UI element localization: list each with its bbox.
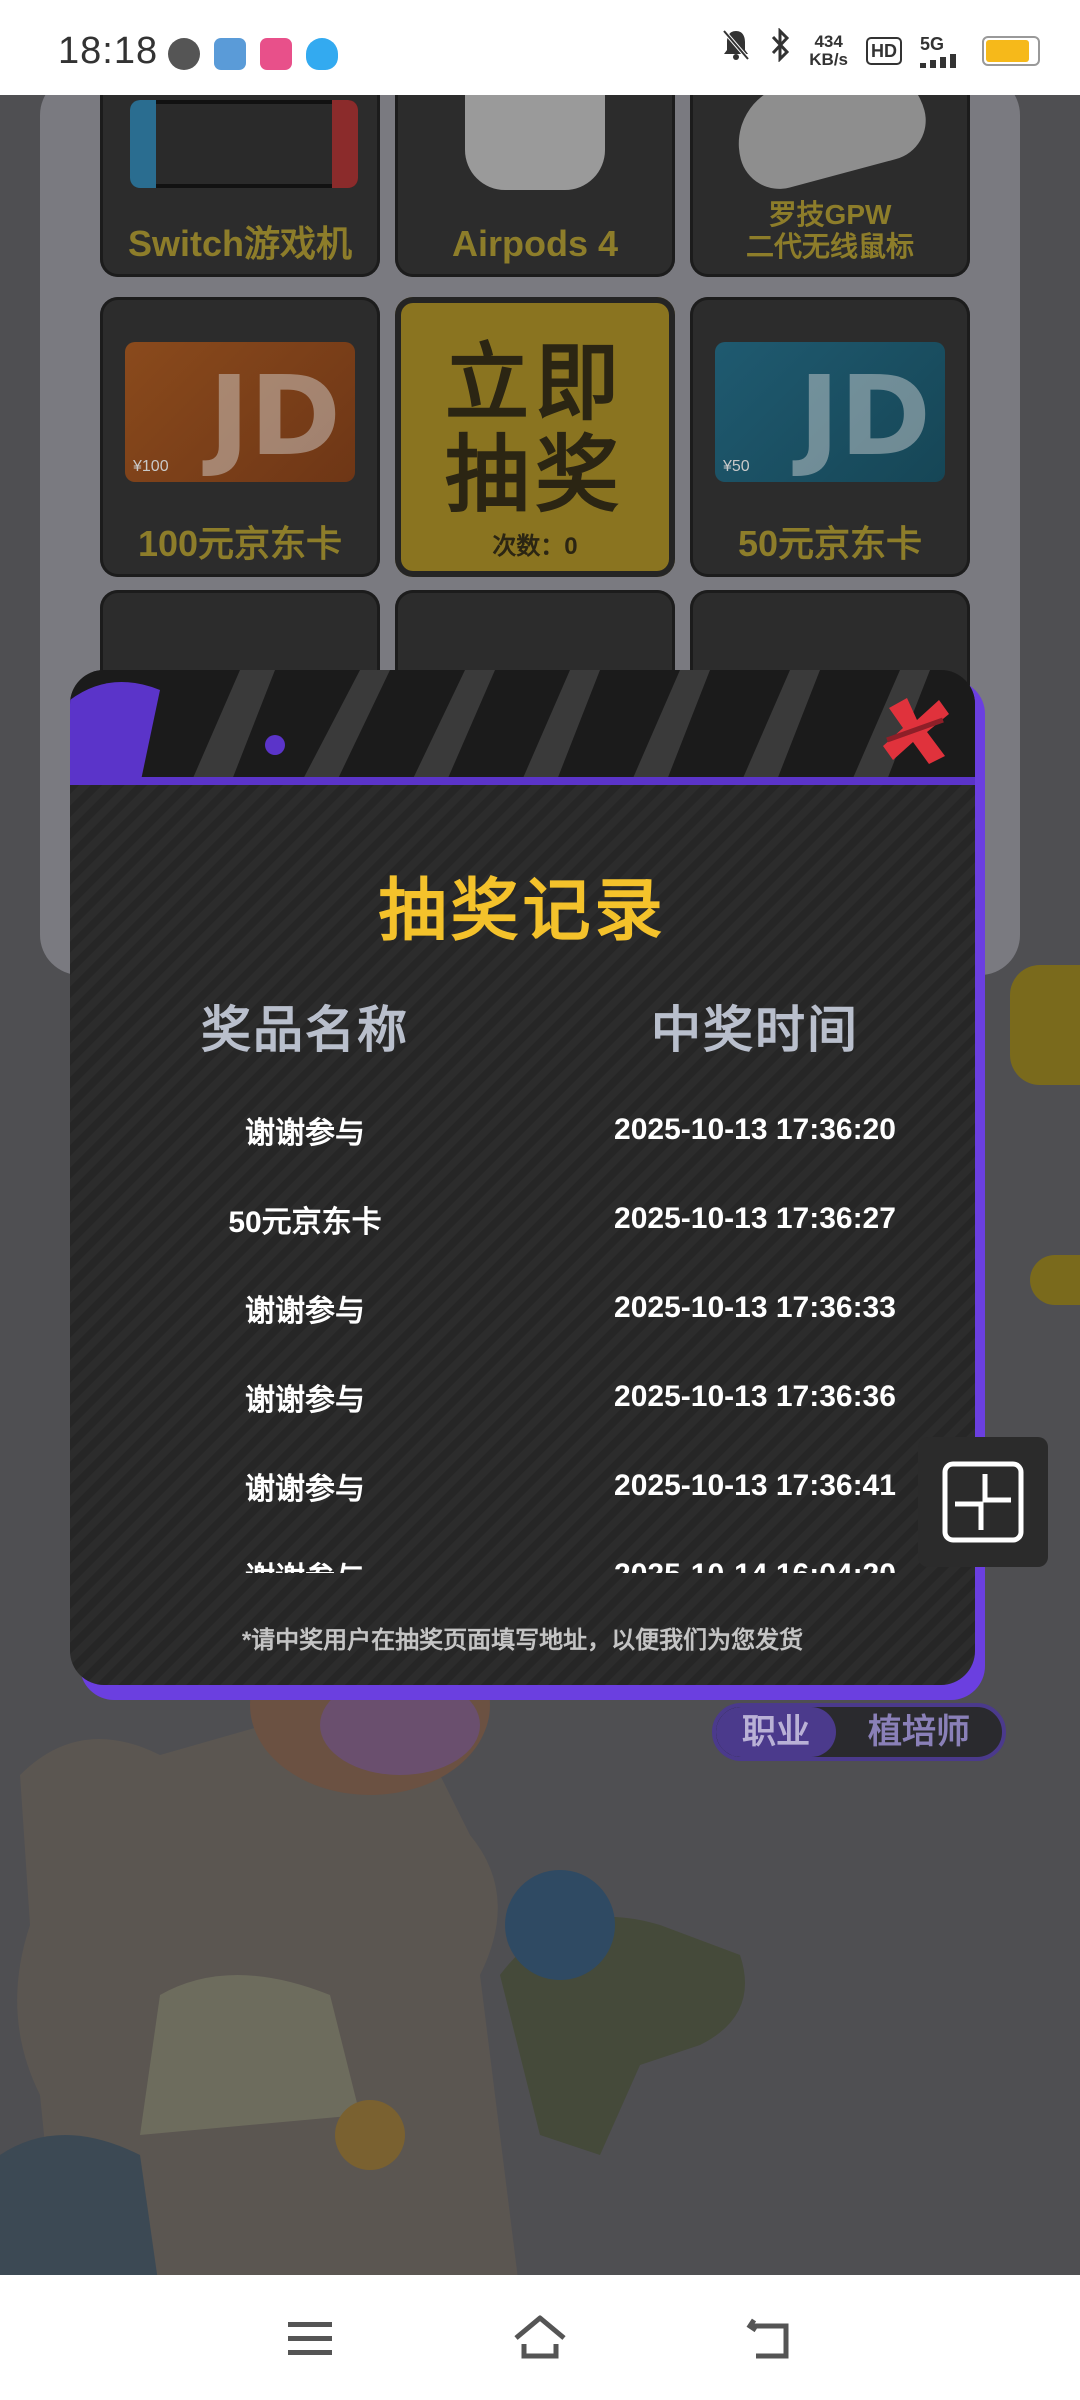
prize-label: 罗技GPW 二代无线鼠标 [690, 167, 970, 263]
record-row: 谢谢参与 2025-10-13 17:36:41 [70, 1441, 975, 1530]
dialog-title: 抽奖记录 [378, 873, 667, 949]
record-prize: 谢谢参与 [245, 1383, 365, 1417]
signal-icon: 5G [920, 34, 964, 68]
record-time: 2025-10-13 17:36:36 [614, 1379, 896, 1413]
airpods-image [465, 95, 605, 190]
record-prize: 谢谢参与 [245, 1294, 365, 1328]
job-tag: 职业 植培师 [712, 1703, 1006, 1761]
home-button[interactable] [510, 2308, 570, 2368]
record-row: 谢谢参与 2025-10-13 17:36:36 [70, 1352, 975, 1441]
prize-switch: Switch游戏机 [100, 95, 380, 277]
record-prize: 谢谢参与 [70, 1553, 540, 1574]
record-time: 2025-10-13 17:36:20 [614, 1112, 896, 1146]
jd-card-image: JD ¥100 [125, 342, 355, 482]
record-row: 谢谢参与 2025-10-13 17:36:33 [70, 1263, 975, 1352]
draw-count: 次数：0 [492, 533, 578, 560]
jd-logo-text: JD [208, 352, 341, 480]
bilibili-icon [260, 38, 292, 70]
record-time: 2025-10-14 16:04:20 [540, 1558, 970, 1574]
record-prize: 谢谢参与 [245, 1472, 365, 1506]
record-prize: 50元京东卡 [228, 1205, 382, 1239]
network-speed: 434 KB/s [809, 31, 848, 69]
menu-icon [288, 2321, 332, 2355]
record-row: 50元京东卡 2025-10-13 17:36:27 [70, 1174, 975, 1263]
card-value: ¥50 [723, 458, 750, 475]
leaf-app-icon [168, 38, 200, 70]
dialog-header [70, 670, 975, 785]
status-bar: 18:18 434 KB/s HD 5G [0, 0, 1080, 95]
battery-fill [986, 39, 1030, 62]
shipping-note: *请中奖用户在抽奖页面填写地址，以便我们为您发货 [241, 1627, 804, 1654]
side-decoration [1030, 1255, 1080, 1305]
draw-line1: 立即 [444, 336, 625, 430]
record-row: 谢谢参与2025-10-14 16:04:20 [70, 1530, 975, 1574]
close-icon [883, 698, 949, 764]
net-speed-value: 434 [814, 31, 843, 51]
prize-airpods: Airpods 4 [395, 95, 675, 277]
bluetooth-icon [769, 27, 791, 73]
close-button[interactable] [877, 690, 955, 768]
column-header-prize: 奖品名称 [201, 1002, 409, 1058]
job-tag-value: 植培师 [868, 1713, 970, 1751]
prize-jd-50: JD ¥50 50元京东卡 [690, 297, 970, 577]
record-time: 2025-10-13 17:36:27 [614, 1201, 896, 1235]
card-value: ¥100 [133, 458, 169, 475]
qq-icon [306, 38, 338, 70]
prize-label: 100元京东卡 [137, 523, 343, 564]
prize-label: 50元京东卡 [737, 523, 923, 564]
draw-line2: 抽奖 [444, 428, 625, 522]
record-time: 2025-10-13 17:36:33 [614, 1290, 896, 1324]
jd-card-image: JD ¥50 [715, 342, 945, 482]
telegram-icon [214, 38, 246, 70]
lottery-record-dialog: 抽奖记录 奖品名称 中奖时间 谢谢参与 2025-10-13 17:36:20 50… [70, 670, 975, 1685]
battery-icon [982, 35, 1040, 66]
net-speed-unit: KB/s [809, 49, 848, 69]
draw-button[interactable]: 立即 抽奖 次数：0 [395, 297, 675, 577]
home-icon [514, 2315, 566, 2358]
record-rows: 谢谢参与 2025-10-13 17:36:20 50元京东卡 2025-10-13 … [70, 1085, 975, 1574]
floating-window-button[interactable] [918, 1437, 1048, 1567]
record-row: 谢谢参与 2025-10-13 17:36:20 [70, 1085, 975, 1174]
status-time: 18:18 [58, 30, 159, 72]
prize-mouse: 罗技GPW 二代无线鼠标 [690, 95, 970, 277]
shrink-window-icon [942, 1461, 1024, 1543]
hd-badge: HD [866, 36, 902, 65]
side-decoration [1010, 965, 1080, 1085]
record-prize: 谢谢参与 [245, 1116, 365, 1150]
record-list[interactable]: 谢谢参与 2025-10-13 17:36:20 50元京东卡 2025-10-13 … [70, 1085, 975, 1574]
prize-jd-100: JD ¥100 100元京东卡 [100, 297, 380, 577]
menu-button[interactable] [280, 2308, 340, 2368]
job-tag-label: 职业 [716, 1707, 836, 1757]
prize-label: Airpods 4 [451, 223, 619, 264]
switch-console-image [130, 100, 358, 188]
navigation-bar [0, 2275, 1080, 2400]
header-pattern [70, 670, 930, 785]
prize-label-text: 罗技GPW 二代无线鼠标 [745, 199, 914, 262]
record-time: 2025-10-13 17:36:41 [614, 1468, 896, 1502]
column-header-time: 中奖时间 [651, 1002, 859, 1058]
back-button[interactable] [740, 2308, 800, 2368]
mute-bell-icon [721, 28, 751, 73]
network-type: 5G [920, 33, 945, 54]
jd-logo-text: JD [798, 352, 931, 480]
prize-label: Switch游戏机 [127, 223, 353, 264]
draw-button-text: 立即 抽奖 [395, 337, 675, 521]
back-icon [746, 2318, 789, 2358]
